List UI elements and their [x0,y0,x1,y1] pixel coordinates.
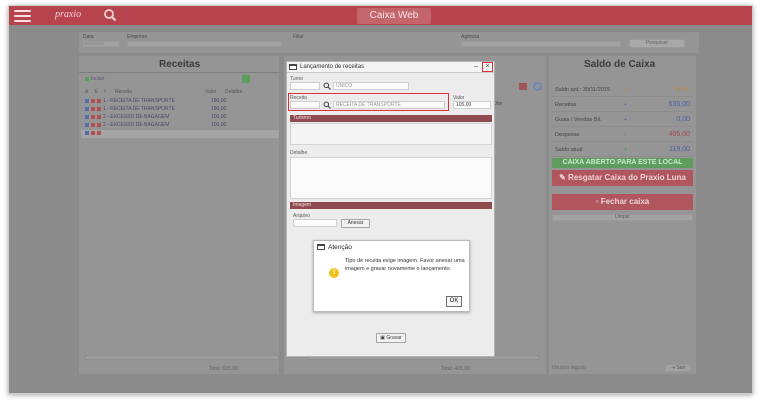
horizontal-scrollbar[interactable] [85,355,279,360]
turismo-area[interactable] [290,123,492,145]
delete-icon[interactable] [91,130,95,135]
clock-icon: ◷ [624,87,629,93]
delete-icon[interactable] [91,106,95,111]
gravar-button[interactable]: ▣ Gravar [376,333,406,343]
date-field[interactable]: 30/11/2015 [83,41,119,47]
empresa-field[interactable] [127,41,282,47]
empresa-label: Empresa [127,34,148,40]
check-icon: ● [624,147,628,153]
edit-icon[interactable] [85,114,89,119]
window-icon [289,64,297,70]
plus-icon [85,76,89,81]
edit-icon[interactable] [85,106,89,111]
saldo-row: Receitas +635,00 [552,98,693,112]
saldo-row: Despesas -405,00 [552,128,693,142]
minimize-button[interactable]: – [474,63,478,70]
receitas-total: Total: 635,00 [209,366,238,372]
status-badge: CAIXA ABERTO PARA ESTE LOCAL [552,158,693,168]
table-row[interactable]: 2 - EXCESSO DE BAGAGEM 100,00 [85,114,275,121]
pesquisar-button[interactable]: Pesquisar [629,39,685,48]
receita-code-field[interactable] [290,101,320,109]
divider [79,72,279,73]
arquivo-field[interactable] [293,219,337,227]
turno-code-field[interactable] [290,82,320,90]
window-icon [317,244,325,250]
menu-icon[interactable] [14,10,31,22]
image-icon[interactable] [97,98,101,103]
detalhe-textarea[interactable] [290,157,492,199]
image-icon[interactable] [97,114,101,119]
atencao-alert: Atenção ! Tipo de receita exige imagem. … [313,240,470,312]
saldo-title: Saldo de Caixa [584,59,656,70]
edit-icon[interactable] [85,98,89,103]
usuario-label: Usuário logado [552,365,586,371]
top-bar: praxio Caixa Web [9,6,752,25]
image-icon[interactable] [97,106,101,111]
receitas-title: Receitas [159,59,201,70]
table-row-selected[interactable] [81,130,279,138]
sair-button[interactable]: ⇥ Sair [665,364,691,372]
table-row[interactable]: 1 - RECEITA DE TRANSPORTE 180,00 [85,106,275,113]
detalhe-label: Detalhe [290,150,308,156]
incluir-button[interactable]: Incluir [85,76,104,83]
fechar-caixa-button[interactable]: ▫ Fechar caixa [552,194,693,210]
saldo-row: Saldo ant.: 30/11/2015 ◷ -80,00 [552,83,693,97]
agencia-label: Agência [461,34,480,40]
dialog-header: Lançamento de receitas – × [287,62,494,73]
edit-icon[interactable] [85,122,89,127]
lancamento-dialog: Lançamento de receitas – × Turno UNICO R… [286,61,495,357]
page-title: Caixa Web [357,8,431,24]
data-label: Data [83,34,94,40]
delete-icon[interactable] [91,114,95,119]
flag-icon[interactable] [519,83,527,90]
search-icon[interactable] [323,101,331,109]
turno-field[interactable]: UNICO [333,82,409,90]
app-window: praxio Caixa Web Data 30/11/2015 Empresa… [8,5,753,394]
table-row[interactable]: 2 - EXCESSO DE BAGAGEM 100,00 [85,122,275,129]
edit-icon[interactable] [85,130,89,135]
dialog-title: Lançamento de receitas [300,64,365,70]
image-icon[interactable] [97,130,101,135]
filial-label: Filial [293,34,304,40]
turismo-bar: Turismo [290,115,492,122]
logo: praxio [55,9,82,20]
ok-button[interactable]: OK [446,296,462,307]
image-icon[interactable] [97,122,101,127]
search-icon[interactable] [323,82,331,90]
delete-icon[interactable] [91,98,95,103]
imagem-bar: Imagem [290,202,492,209]
pencil-icon: ✎ [559,173,569,182]
alert-title: Atenção [328,244,352,251]
despesas-total: Total: 405,00 [441,366,470,372]
table-header: A E I Receita Valor Detalhe [85,89,243,95]
agencia-field[interactable] [461,41,621,47]
valor-field[interactable]: 105,00 [453,101,491,109]
limpar-button[interactable]: Limpar [552,214,693,221]
table-row[interactable]: 1 - RECEITA DE TRANSPORTE 180,00 [85,98,275,105]
alert-message: Tipo de receita exige imagem. Favor anex… [345,258,465,272]
receita-field[interactable]: RECEITA DE TRANSPORTE [333,101,445,109]
saldo-row: Saldo atual ● 119,00 [552,143,693,157]
search-icon[interactable] [103,8,117,22]
anexar-button[interactable]: Anexar [341,219,370,228]
refresh-icon[interactable] [533,82,542,91]
export-icon[interactable] [242,75,250,83]
warning-icon: ! [329,268,339,278]
delete-icon[interactable] [91,122,95,127]
close-button[interactable]: × [482,62,493,72]
saldo-row: Guias / Vendas Bil. +0,00 [552,113,693,127]
resgatar-button[interactable]: ✎ Resgatar Caixa do Praxio Luna [552,170,693,186]
